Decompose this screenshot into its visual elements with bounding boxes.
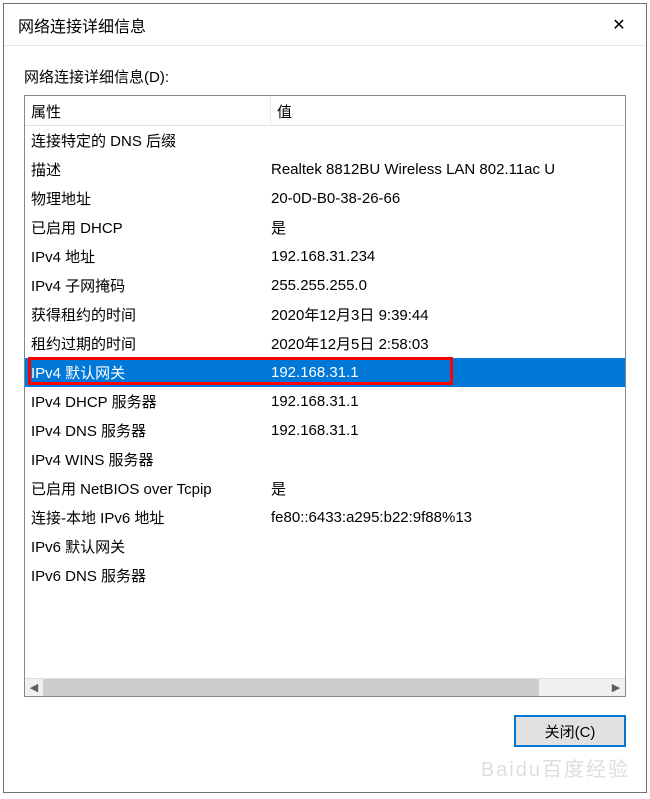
- dialog-window: 网络连接详细信息 ✕ 网络连接详细信息(D): 属性 值 连接特定的 DNS 后…: [3, 3, 647, 793]
- table-row[interactable]: 物理地址20-0D-B0-38-26-66: [25, 184, 625, 213]
- close-icon: ✕: [612, 15, 625, 35]
- value-cell: 192.168.31.1: [271, 422, 625, 439]
- table-row[interactable]: IPv4 DNS 服务器192.168.31.1: [25, 416, 625, 445]
- table-row[interactable]: IPv4 默认网关192.168.31.1: [25, 358, 625, 387]
- value-cell: 192.168.31.234: [271, 248, 625, 265]
- button-row: 关闭(C): [24, 697, 626, 747]
- table-row[interactable]: 获得租约的时间2020年12月3日 9:39:44: [25, 300, 625, 329]
- header-value[interactable]: 值: [271, 96, 625, 125]
- table-row[interactable]: 已启用 DHCP是: [25, 213, 625, 242]
- value-cell: 是: [271, 217, 625, 238]
- header-property[interactable]: 属性: [25, 96, 271, 125]
- value-cell: 是: [271, 478, 625, 499]
- table-row[interactable]: IPv4 DHCP 服务器192.168.31.1: [25, 387, 625, 416]
- scroll-right-arrow-icon[interactable]: ▶: [607, 679, 625, 696]
- value-cell: fe80::6433:a295:b22:9f88%13: [271, 509, 625, 526]
- value-cell: 255.255.255.0: [271, 277, 625, 294]
- property-cell: IPv4 子网掩码: [25, 275, 271, 296]
- table-body: 连接特定的 DNS 后缀描述Realtek 8812BU Wireless LA…: [25, 126, 625, 678]
- table-row[interactable]: IPv4 地址192.168.31.234: [25, 242, 625, 271]
- table-row[interactable]: 租约过期的时间2020年12月5日 2:58:03: [25, 329, 625, 358]
- property-cell: 已启用 NetBIOS over Tcpip: [25, 478, 271, 499]
- property-cell: IPv4 DNS 服务器: [25, 420, 271, 441]
- table-row[interactable]: 描述Realtek 8812BU Wireless LAN 802.11ac U: [25, 155, 625, 184]
- content-area: 网络连接详细信息(D): 属性 值 连接特定的 DNS 后缀描述Realtek …: [4, 46, 646, 792]
- property-cell: IPv4 WINS 服务器: [25, 449, 271, 470]
- property-cell: 物理地址: [25, 188, 271, 209]
- property-cell: IPv6 默认网关: [25, 536, 271, 557]
- table-header: 属性 值: [25, 96, 625, 126]
- property-cell: IPv4 默认网关: [25, 362, 271, 383]
- close-button[interactable]: ✕: [592, 4, 646, 46]
- value-cell: 2020年12月3日 9:39:44: [271, 304, 625, 325]
- property-cell: IPv6 DNS 服务器: [25, 565, 271, 586]
- property-cell: IPv4 地址: [25, 246, 271, 267]
- scroll-left-arrow-icon[interactable]: ◀: [25, 679, 43, 696]
- property-cell: 租约过期的时间: [25, 333, 271, 354]
- table-row[interactable]: IPv4 子网掩码255.255.255.0: [25, 271, 625, 300]
- titlebar: 网络连接详细信息 ✕: [4, 4, 646, 46]
- table-row[interactable]: 已启用 NetBIOS over Tcpip是: [25, 474, 625, 503]
- close-dialog-button[interactable]: 关闭(C): [514, 715, 626, 747]
- table-row[interactable]: IPv6 DNS 服务器: [25, 561, 625, 590]
- value-cell: 2020年12月5日 2:58:03: [271, 333, 625, 354]
- property-cell: 连接-本地 IPv6 地址: [25, 507, 271, 528]
- window-title: 网络连接详细信息: [18, 13, 146, 37]
- table-row[interactable]: IPv6 默认网关: [25, 532, 625, 561]
- value-cell: 192.168.31.1: [271, 364, 625, 381]
- value-cell: Realtek 8812BU Wireless LAN 802.11ac U: [271, 161, 625, 178]
- property-cell: 连接特定的 DNS 后缀: [25, 130, 271, 151]
- details-table: 属性 值 连接特定的 DNS 后缀描述Realtek 8812BU Wirele…: [24, 95, 626, 697]
- property-cell: 已启用 DHCP: [25, 217, 271, 238]
- horizontal-scrollbar[interactable]: ◀ ▶: [25, 678, 625, 696]
- table-row[interactable]: 连接特定的 DNS 后缀: [25, 126, 625, 155]
- property-cell: 描述: [25, 159, 271, 180]
- scroll-track[interactable]: [43, 679, 607, 696]
- value-cell: 192.168.31.1: [271, 393, 625, 410]
- value-cell: 20-0D-B0-38-26-66: [271, 190, 625, 207]
- property-cell: IPv4 DHCP 服务器: [25, 391, 271, 412]
- property-cell: 获得租约的时间: [25, 304, 271, 325]
- scroll-thumb[interactable]: [43, 679, 539, 696]
- table-row[interactable]: IPv4 WINS 服务器: [25, 445, 625, 474]
- subtitle-label: 网络连接详细信息(D):: [24, 66, 626, 87]
- table-row[interactable]: 连接-本地 IPv6 地址fe80::6433:a295:b22:9f88%13: [25, 503, 625, 532]
